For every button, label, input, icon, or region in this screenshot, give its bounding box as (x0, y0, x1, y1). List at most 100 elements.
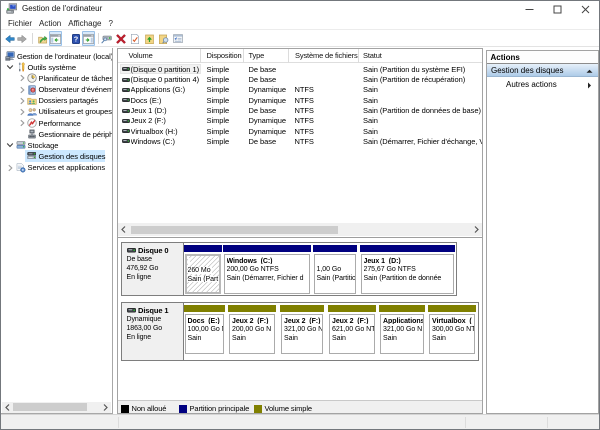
chevron-collapsed-icon[interactable] (18, 108, 26, 116)
menu-action[interactable]: Action (36, 17, 65, 30)
volume-row-windows-c[interactable]: Windows (C:)SimpleDe baseNTFSSain (Démar… (118, 136, 482, 146)
disk-label[interactable]: Disque 1Dynamique1863,00 GoEn ligne (122, 303, 184, 360)
toolbar-button-folder-explore[interactable] (158, 31, 170, 46)
toolbar-button-rescan-disks[interactable] (100, 31, 112, 46)
tree-item-observateur-d-v-nements[interactable]: Observateur d'événements (1, 84, 112, 95)
partition-jeux-2-f[interactable]: Jeux 2 (F:)321,00 Go NSain (280, 305, 324, 355)
partition-body[interactable]: Virtualbox (300,00 Go NTSain (429, 314, 475, 354)
scroll-thumb[interactable] (131, 226, 338, 234)
partition-docs-e[interactable]: Docs (E:)100,00 Go NSain (184, 305, 225, 355)
tree-item-gestion-de-l-ordinateur-local[interactable]: Gestion de l'ordinateur (local) (1, 51, 112, 62)
volume-row-docs-e[interactable]: Docs (E:)SimpleDynamiqueNTFSSain (118, 95, 482, 105)
cell-disposition: Simple (207, 137, 245, 146)
tree-horizontal-scrollbar[interactable] (2, 402, 111, 413)
column-header-syst-me-de-fichiers[interactable]: Système de fichiers (289, 49, 359, 63)
partition-body[interactable]: Docs (E:)100,00 Go NSain (185, 314, 224, 354)
toolbar-button-folder-import[interactable] (144, 31, 156, 46)
volume-row-jeux-2-f[interactable]: Jeux 2 (F:)SimpleDynamiqueNTFSSain (118, 115, 482, 125)
menu-affichage[interactable]: Affichage (65, 17, 105, 30)
actions-group-disk-management[interactable]: Gestion des disques (487, 64, 598, 78)
scroll-left-arrow-icon[interactable] (118, 224, 129, 235)
toolbar-button-action-pane[interactable] (82, 31, 96, 46)
tree-item-services-et-applications[interactable]: Services et applications (1, 162, 112, 173)
partition-body[interactable]: Jeux 2 (F:)321,00 Go NSain (281, 314, 323, 354)
toolbar-button-delete[interactable] (115, 31, 127, 46)
partition-windows-c[interactable]: Windows (C:)200,00 Go NTFSSain (Démarrer… (223, 245, 311, 295)
tree-item-planificateur-de-t-ches[interactable]: Planificateur de tâches (1, 73, 112, 84)
scroll-left-arrow-icon[interactable] (2, 402, 13, 413)
disk-label[interactable]: Disque 0De base476,92 GoEn ligne (122, 243, 184, 295)
chevron-up-icon[interactable] (586, 68, 593, 75)
column-header-type[interactable]: Type (244, 49, 289, 63)
partition-260-mo[interactable]: 260 MoSain (Part (184, 245, 222, 295)
scroll-thumb[interactable] (13, 403, 87, 411)
scroll-track[interactable] (129, 224, 471, 235)
partition-body-selected[interactable]: 260 MoSain (Part (185, 254, 221, 294)
minimize-button[interactable] (515, 1, 543, 17)
tree-item-stockage[interactable]: Stockage (1, 140, 112, 151)
volume-row-jeux-1-d[interactable]: Jeux 1 (D:)SimpleDe baseNTFSSain (Partit… (118, 105, 482, 115)
tree-item-utilisateurs-et-groupes-locaux[interactable]: Utilisateurs et groupes locaux (1, 106, 112, 117)
chevron-collapsed-icon-svg (18, 119, 26, 127)
toolbar-button-console-tree[interactable] (49, 31, 63, 46)
cell-fs: NTFS (295, 116, 360, 125)
toolbar-button-folder-up[interactable] (37, 31, 49, 46)
chevron-collapsed-icon[interactable] (6, 164, 14, 172)
tree-item-gestion-des-disques[interactable]: Gestion des disques (1, 151, 112, 162)
menu-?[interactable]: ? (105, 17, 116, 30)
chevron-expanded-icon[interactable] (6, 63, 14, 71)
partition-jeux-1-d[interactable]: Jeux 1 (D:)275,67 Go NTFSSain (Partition… (360, 245, 456, 295)
tree-item-performance[interactable]: Performance (1, 117, 112, 128)
volume-row-disque-0-partition-1[interactable]: (Disque 0 partition 1)SimpleDe baseSain … (118, 64, 482, 74)
partition-body[interactable]: Jeux 1 (D:)275,67 Go NTFSSain (Partition… (361, 254, 455, 294)
disk-management-icon-svg (27, 151, 37, 160)
chevron-collapsed-icon[interactable] (18, 74, 26, 82)
volume-row-disque-0-partition-4[interactable]: (Disque 0 partition 4)SimpleDe baseSain … (118, 74, 482, 84)
partition-1,00-go[interactable]: 1,00 GoSain (Partitio (313, 245, 358, 295)
chevron-collapsed-icon[interactable] (18, 97, 26, 105)
tree-item-gestionnaire-de-p-riph-riques[interactable]: Gestionnaire de périphériques (1, 129, 112, 140)
scroll-right-arrow-icon[interactable] (100, 402, 111, 413)
partitions-area: 260 MoSain (PartWindows (C:)200,00 Go NT… (184, 243, 456, 295)
toolbar-button-properties-check[interactable] (129, 31, 141, 46)
partition-virtualbox[interactable]: Virtualbox (300,00 Go NTSain (428, 305, 476, 355)
volume-icon (122, 109, 130, 113)
tree-item-dossiers-partag-s[interactable]: Dossiers partagés (1, 95, 112, 106)
toolbar-button-help[interactable]: ? (70, 31, 82, 46)
scroll-track[interactable] (13, 402, 100, 413)
volume-list-horizontal-scrollbar[interactable] (118, 223, 482, 236)
partition-name-line (317, 256, 356, 265)
column-header-statut[interactable]: Statut (359, 49, 483, 63)
tree-item-label: Stockage (28, 141, 59, 150)
column-header-disposition[interactable]: Disposition (201, 49, 244, 63)
scroll-right-arrow-icon[interactable] (471, 224, 482, 235)
toolbar-button-forward[interactable] (16, 31, 28, 46)
toolbar-button-back[interactable] (4, 31, 16, 46)
partition-body[interactable]: 1,00 GoSain (Partitio (314, 254, 357, 294)
tree-item-outils-syst-me[interactable]: Outils système (1, 62, 112, 73)
chevron-expanded-icon[interactable] (6, 141, 14, 149)
partition-jeux-2-f[interactable]: Jeux 2 (F:)200,00 Go NSain (228, 305, 276, 355)
maximize-button[interactable] (543, 1, 571, 17)
menu-fichier[interactable]: Fichier (5, 17, 36, 30)
partition-jeux-2-f[interactable]: Jeux 2 (F:)621,00 Go NTSain (328, 305, 376, 355)
partition-body[interactable]: Applications321,00 Go NSain (380, 314, 424, 354)
close-button[interactable] (571, 1, 599, 17)
partition-body[interactable]: Jeux 2 (F:)200,00 Go NSain (229, 314, 275, 354)
rescan-disks-icon-svg (101, 34, 112, 44)
toolbar-button-help-topics[interactable] (172, 31, 184, 46)
chevron-collapsed-icon[interactable] (18, 86, 26, 94)
volume-row-virtualbox-h[interactable]: Virtualbox (H:)SimpleDynamiqueNTFSSain (118, 126, 482, 136)
cell-type: Dynamique (249, 85, 291, 94)
partition-applications[interactable]: Applications321,00 Go NSain (379, 305, 425, 355)
help-topics-icon (173, 34, 183, 43)
column-header-volume[interactable]: Volume (118, 49, 201, 63)
volume-row-applications-g[interactable]: Applications (G:)SimpleDynamiqueNTFSSain (118, 85, 482, 95)
performance-icon-svg (27, 118, 37, 128)
actions-item-autres-actions[interactable]: Autres actions (487, 78, 598, 92)
partition-body[interactable]: Windows (C:)200,00 Go NTFSSain (Démarrer… (224, 254, 310, 294)
cell-volume: Applications (G:) (131, 85, 203, 94)
chevron-collapsed-icon[interactable] (18, 119, 26, 127)
partition-body[interactable]: Jeux 2 (F:)621,00 Go NTSain (329, 314, 375, 354)
computer-icon-svg (5, 51, 15, 61)
